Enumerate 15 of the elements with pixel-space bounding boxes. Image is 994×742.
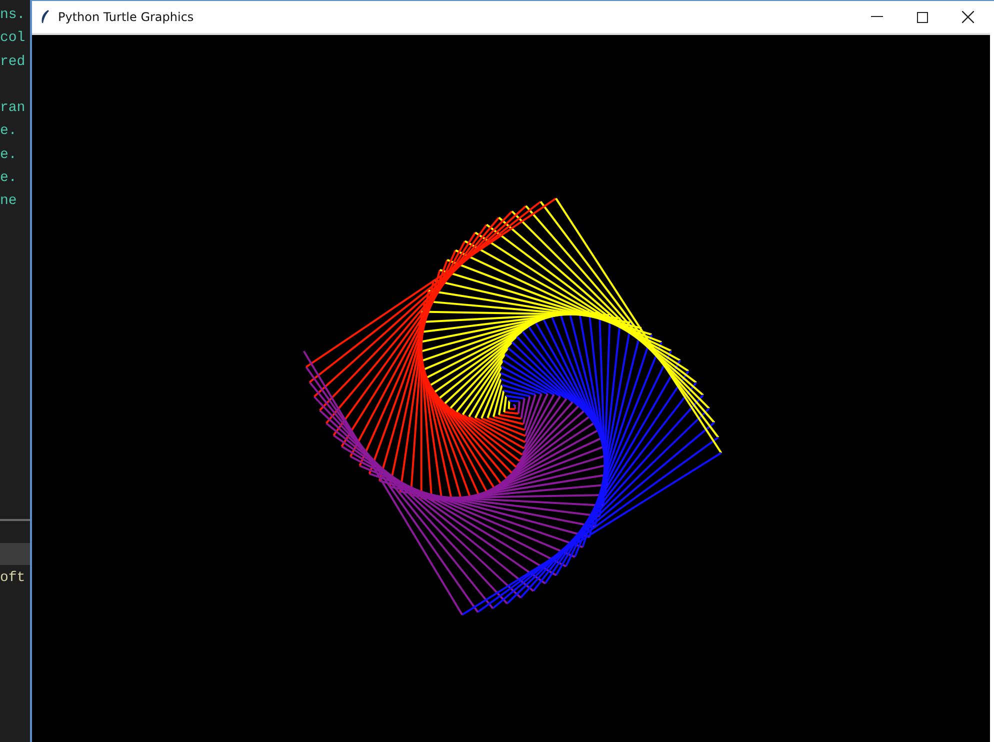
code-line: ne — [0, 193, 17, 210]
maximize-icon[interactable] — [917, 12, 928, 22]
window-title: Python Turtle Graphics — [58, 10, 194, 24]
code-line: e. — [0, 146, 17, 163]
terminal-line: oft — [0, 570, 26, 586]
code-line: ran — [0, 100, 26, 116]
code-line: e. — [0, 170, 17, 186]
code-line: red — [0, 54, 26, 70]
close-icon[interactable] — [962, 11, 974, 23]
panel-header — [0, 542, 30, 565]
code-line: ns. — [0, 7, 26, 23]
code-line: col — [0, 30, 26, 46]
code-line: e. — [0, 123, 17, 140]
feather-icon — [40, 9, 50, 25]
minimize-icon[interactable] — [871, 16, 883, 18]
